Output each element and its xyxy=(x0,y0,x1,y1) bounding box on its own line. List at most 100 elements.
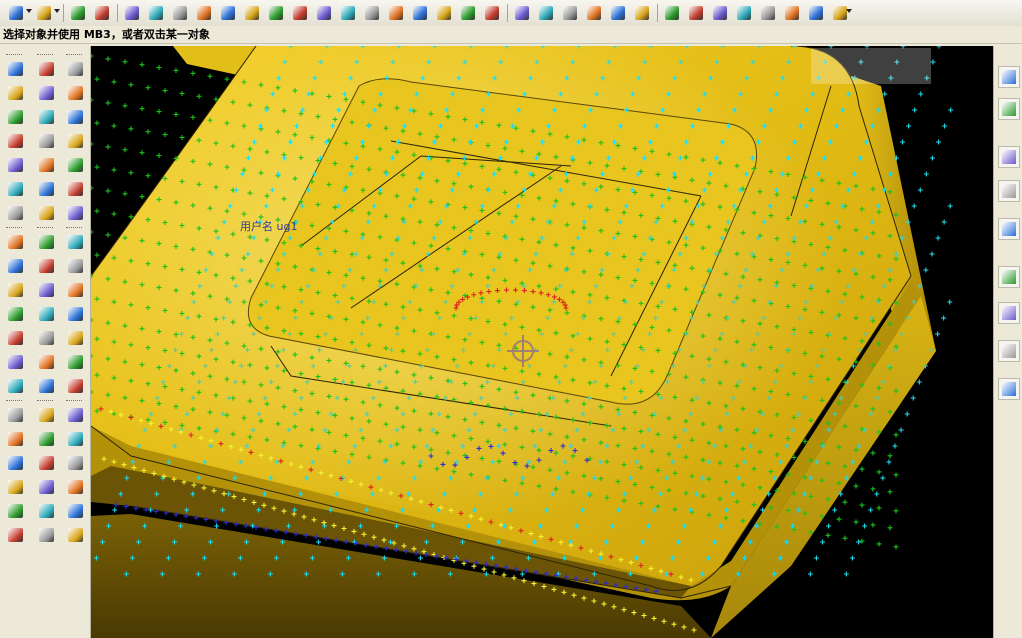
sweep-button[interactable] xyxy=(36,107,56,127)
surface-button[interactable] xyxy=(65,59,85,79)
chevron-down-icon[interactable] xyxy=(54,9,60,13)
toolbar-grip[interactable] xyxy=(37,54,53,58)
law-extension-button[interactable] xyxy=(65,256,85,276)
toolbar-grip[interactable] xyxy=(66,400,82,404)
wrap-button[interactable] xyxy=(5,352,25,372)
thread-button[interactable] xyxy=(36,405,56,425)
swept-button[interactable] xyxy=(65,131,85,151)
text-button[interactable] xyxy=(5,107,25,127)
section-curve-button[interactable] xyxy=(5,405,25,425)
line-button[interactable] xyxy=(5,155,25,175)
enlarge-button[interactable] xyxy=(65,501,85,521)
mirror-button[interactable] xyxy=(5,429,25,449)
extrude-button[interactable] xyxy=(146,3,165,22)
tube-button[interactable] xyxy=(36,131,56,151)
history-button[interactable] xyxy=(998,180,1020,202)
through-curves-button[interactable] xyxy=(65,83,85,103)
point-button[interactable] xyxy=(662,3,681,22)
sweep-button[interactable] xyxy=(194,3,213,22)
hole-button[interactable] xyxy=(218,3,237,22)
trim-body-button[interactable] xyxy=(36,429,56,449)
rectangle-button[interactable] xyxy=(5,179,25,199)
shell-button[interactable] xyxy=(65,352,85,372)
draft-button[interactable] xyxy=(65,376,85,396)
intersect-button[interactable] xyxy=(5,328,25,348)
extrude-button[interactable] xyxy=(36,59,56,79)
transform-button[interactable] xyxy=(5,501,25,521)
slot-button[interactable] xyxy=(314,3,333,22)
toolbar-grip[interactable] xyxy=(6,54,22,58)
helix-button[interactable] xyxy=(5,232,25,252)
pocket-button[interactable] xyxy=(266,3,285,22)
revolve-button[interactable] xyxy=(170,3,189,22)
hole-button[interactable] xyxy=(36,256,56,276)
model-button[interactable] xyxy=(34,3,53,22)
toolbar-grip[interactable] xyxy=(37,227,53,231)
sphere-button[interactable] xyxy=(36,232,56,252)
boss-button[interactable] xyxy=(36,280,56,300)
patch-button[interactable] xyxy=(65,477,85,497)
slot-button[interactable] xyxy=(36,352,56,372)
flag-button[interactable] xyxy=(998,218,1020,240)
line-button[interactable] xyxy=(686,3,705,22)
point-set-button[interactable] xyxy=(5,131,25,151)
curve-button[interactable] xyxy=(458,3,477,22)
mirror-body-button[interactable] xyxy=(36,477,56,497)
analyze-curve-button[interactable] xyxy=(5,525,25,545)
blend-button[interactable] xyxy=(362,3,381,22)
offset-surface-button[interactable] xyxy=(65,203,85,223)
offset-curve-button[interactable] xyxy=(5,256,25,276)
groove-button[interactable] xyxy=(338,3,357,22)
web-browser-button[interactable] xyxy=(998,146,1020,168)
point-button[interactable] xyxy=(5,59,25,79)
help-button[interactable] xyxy=(998,266,1020,288)
sketch-button[interactable] xyxy=(434,3,453,22)
block-button[interactable] xyxy=(122,3,141,22)
assembly-navigator-button[interactable] xyxy=(998,66,1020,88)
pad-button[interactable] xyxy=(290,3,309,22)
toolbar-grip[interactable] xyxy=(66,54,82,58)
cylinder-button[interactable] xyxy=(36,179,56,199)
cone-button[interactable] xyxy=(36,203,56,223)
sew-button[interactable] xyxy=(36,525,56,545)
chamfer-button[interactable] xyxy=(65,328,85,348)
groove-button[interactable] xyxy=(36,376,56,396)
arc-button[interactable] xyxy=(710,3,729,22)
join-button[interactable] xyxy=(5,376,25,396)
combine-button[interactable] xyxy=(5,477,25,497)
bounded-plane-button[interactable] xyxy=(65,179,85,199)
pad-button[interactable] xyxy=(36,328,56,348)
trim-sheet-button[interactable] xyxy=(65,429,85,449)
polygon-button[interactable] xyxy=(5,203,25,223)
toolbar-grip[interactable] xyxy=(6,227,22,231)
blend-button[interactable] xyxy=(65,304,85,324)
scale-button[interactable] xyxy=(65,405,85,425)
analysis-button[interactable] xyxy=(608,3,627,22)
bridge-button[interactable] xyxy=(512,3,531,22)
measure-button[interactable] xyxy=(584,3,603,22)
revolve-button[interactable] xyxy=(36,83,56,103)
extend-button[interactable] xyxy=(806,3,825,22)
split-body-button[interactable] xyxy=(36,453,56,473)
offset-button[interactable] xyxy=(758,3,777,22)
toolbar-grip[interactable] xyxy=(66,227,82,231)
model-scene[interactable] xyxy=(91,46,993,638)
chevron-down-icon[interactable] xyxy=(26,9,32,13)
toolbar-grip[interactable] xyxy=(6,400,22,404)
extension-button[interactable] xyxy=(65,232,85,252)
start-button[interactable] xyxy=(6,3,25,22)
dimension-button[interactable] xyxy=(632,3,651,22)
info-button[interactable] xyxy=(998,340,1020,362)
tools-button[interactable] xyxy=(998,378,1020,400)
project-curve-button[interactable] xyxy=(5,304,25,324)
analyze-button[interactable] xyxy=(65,525,85,545)
boss-button[interactable] xyxy=(242,3,261,22)
part-button[interactable] xyxy=(68,3,87,22)
bridge-curve-button[interactable] xyxy=(5,280,25,300)
face-button[interactable] xyxy=(536,3,555,22)
shell-button[interactable] xyxy=(410,3,429,22)
body-button[interactable] xyxy=(560,3,579,22)
block-button[interactable] xyxy=(36,155,56,175)
toolbar-grip[interactable] xyxy=(37,400,53,404)
graphics-viewport[interactable]: 用户名 ug1 xyxy=(91,46,993,638)
